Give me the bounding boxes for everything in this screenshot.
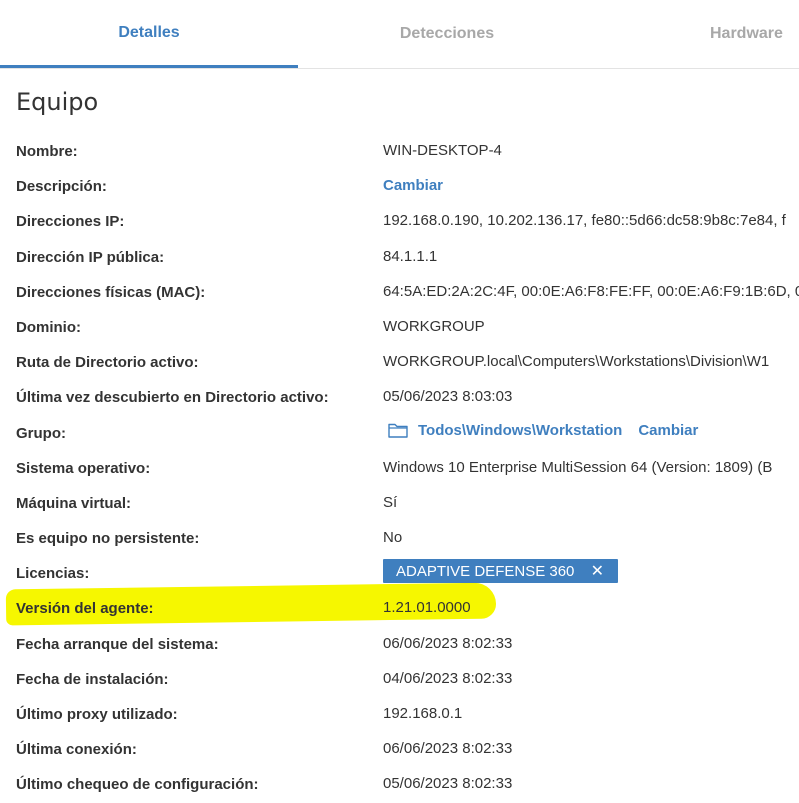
detail-row-version-agente: Versión del agente: 1.21.01.0000	[0, 591, 799, 626]
row-value: 05/06/2023 8:03:03	[383, 388, 513, 406]
detail-row-fecha-arranque: Fecha arranque del sistema: 06/06/2023 8…	[0, 627, 799, 662]
tab-detalles[interactable]: Detalles	[0, 0, 298, 68]
row-value: Windows 10 Enterprise MultiSession 64 (V…	[383, 458, 773, 476]
row-value: 1.21.01.0000	[383, 599, 471, 617]
detail-row-ips: Direcciones IP: 192.168.0.190, 10.202.13…	[0, 204, 799, 239]
row-label: Licencias:	[16, 565, 90, 583]
tab-bar: Detalles Detecciones Hardware	[0, 0, 799, 69]
row-value: 06/06/2023 8:02:33	[383, 740, 513, 758]
row-label: Nombre:	[16, 143, 78, 160]
row-label: Descripción:	[16, 178, 107, 196]
row-label: Última vez descubierto en Directorio act…	[16, 389, 329, 407]
row-value: WORKGROUP.local\Computers\Workstations\D…	[383, 353, 770, 371]
row-label: Ruta de Directorio activo:	[16, 354, 199, 372]
tab-detecciones[interactable]: Detecciones	[298, 0, 596, 68]
detail-row-ultimo-proxy: Último proxy utilizado: 192.168.0.1	[0, 697, 799, 732]
row-label: Fecha arranque del sistema:	[16, 635, 219, 653]
tab-hardware[interactable]: Hardware	[596, 0, 799, 68]
row-value: 192.168.0.190, 10.202.136.17, fe80::5d66…	[383, 212, 786, 230]
row-value: WIN-DESKTOP-4	[383, 142, 502, 159]
section-title: Equipo	[16, 88, 99, 116]
detail-row-grupo: Grupo: Todos\Windows\Workstation Cambiar	[0, 416, 799, 451]
group-value: Todos\Windows\Workstation Cambiar	[388, 422, 698, 439]
detail-row-mac: Direcciones físicas (MAC): 64:5A:ED:2A:2…	[0, 275, 799, 310]
details-list: Nombre: WIN-DESKTOP-4 Descripción: Cambi…	[0, 134, 799, 803]
row-label: Último proxy utilizado:	[16, 706, 178, 723]
row-label: Último chequeo de configuración:	[16, 776, 259, 794]
row-label: Fecha de instalación:	[16, 670, 169, 688]
row-value: Sí	[383, 493, 398, 511]
row-value: 192.168.0.1	[383, 705, 463, 722]
detail-row-ruta-ad: Ruta de Directorio activo: WORKGROUP.loc…	[0, 345, 799, 380]
detail-row-licencias: Licencias: ADAPTIVE DEFENSE 360 ✕	[0, 556, 799, 591]
detail-row-dominio: Dominio: WORKGROUP	[0, 310, 799, 345]
detail-row-ultima-conexion: Última conexión: 06/06/2023 8:02:33	[0, 732, 799, 767]
row-label: Sistema operativo:	[16, 459, 151, 477]
row-value: WORKGROUP	[383, 317, 485, 335]
change-group-link[interactable]: Cambiar	[638, 422, 698, 439]
row-value: 06/06/2023 8:02:33	[383, 634, 513, 652]
row-label: Es equipo no persistente:	[16, 530, 200, 548]
detail-row-so: Sistema operativo: Windows 10 Enterprise…	[0, 451, 799, 486]
row-label: Dirección IP pública:	[16, 248, 165, 266]
row-label: Direcciones físicas (MAC):	[16, 283, 206, 301]
detail-row-maquina-virtual: Máquina virtual: Sí	[0, 486, 799, 521]
row-value: 84.1.1.1	[383, 247, 438, 265]
row-label: Dominio:	[16, 318, 81, 336]
group-path-link[interactable]: Todos\Windows\Workstation	[418, 422, 622, 439]
detail-row-descripcion: Descripción: Cambiar	[0, 169, 799, 204]
row-label: Grupo:	[16, 424, 66, 442]
license-chip-label: ADAPTIVE DEFENSE 360	[396, 562, 575, 580]
detail-row-ultima-vez-ad: Última vez descubierto en Directorio act…	[0, 380, 799, 415]
row-label: Direcciones IP:	[16, 213, 125, 231]
row-value: 64:5A:ED:2A:2C:4F, 00:0E:A6:F8:FE:FF, 00…	[383, 282, 799, 300]
close-icon[interactable]: ✕	[591, 561, 604, 581]
change-description-link[interactable]: Cambiar	[383, 177, 443, 194]
row-label: Última conexión:	[16, 741, 137, 759]
row-label: Máquina virtual:	[16, 494, 132, 512]
detail-row-ip-publica: Dirección IP pública: 84.1.1.1	[0, 240, 799, 275]
row-value: 04/06/2023 8:02:33	[383, 669, 513, 687]
detail-row-no-persistente: Es equipo no persistente: No	[0, 521, 799, 556]
folder-icon	[388, 423, 408, 438]
detail-row-fecha-instalacion: Fecha de instalación: 04/06/2023 8:02:33	[0, 662, 799, 697]
license-chip: ADAPTIVE DEFENSE 360 ✕	[383, 559, 618, 584]
detail-row-nombre: Nombre: WIN-DESKTOP-4	[0, 134, 799, 169]
row-label: Versión del agente:	[16, 600, 154, 618]
detail-row-ultimo-chequeo: Último chequeo de configuración: 05/06/2…	[0, 767, 799, 802]
row-value: No	[383, 529, 403, 547]
